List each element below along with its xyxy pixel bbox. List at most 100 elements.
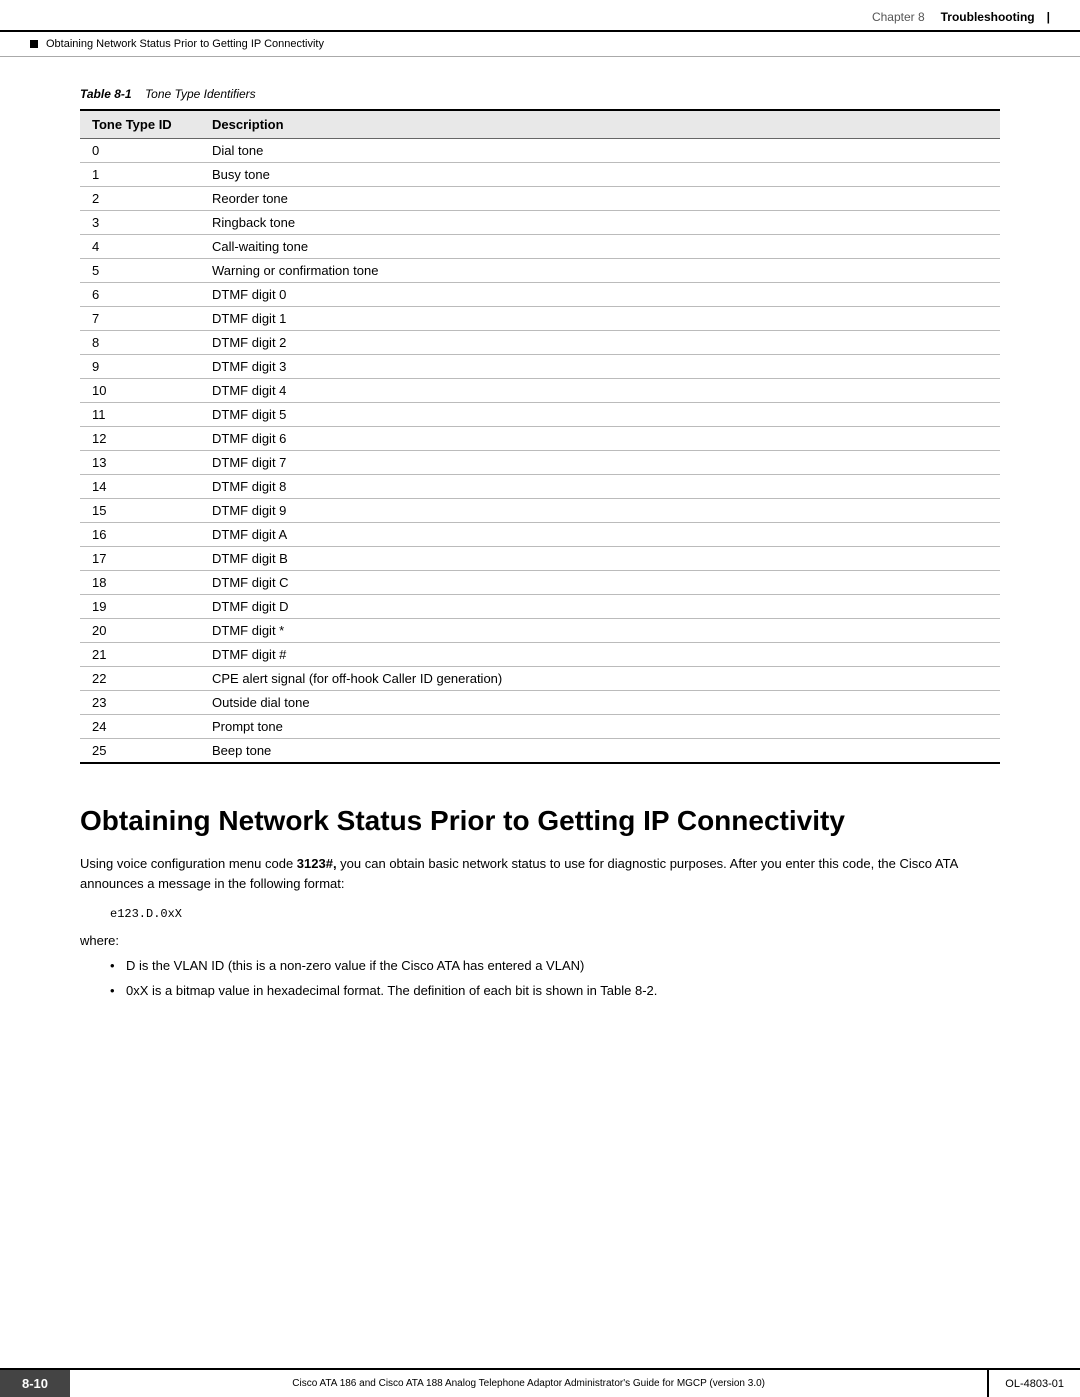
table-row: 22CPE alert signal (for off-hook Caller … xyxy=(80,667,1000,691)
cell-description: Warning or confirmation tone xyxy=(200,259,1000,283)
table-row: 11DTMF digit 5 xyxy=(80,403,1000,427)
where-label: where: xyxy=(80,933,1000,948)
cell-description: DTMF digit 2 xyxy=(200,331,1000,355)
header-right-bar: | xyxy=(1047,10,1050,24)
cell-tone-id: 21 xyxy=(80,643,200,667)
table-header-row: Tone Type ID Description xyxy=(80,110,1000,139)
cell-tone-id: 17 xyxy=(80,547,200,571)
table-row: 2Reorder tone xyxy=(80,187,1000,211)
header-chapter-title: Troubleshooting xyxy=(941,10,1035,24)
cell-description: Prompt tone xyxy=(200,715,1000,739)
table-caption-label: Table 8-1 xyxy=(80,87,132,101)
table-row: 25Beep tone xyxy=(80,739,1000,764)
cell-tone-id: 11 xyxy=(80,403,200,427)
table-caption-title: Tone Type Identifiers xyxy=(135,87,256,101)
footer-center-text: Cisco ATA 186 and Cisco ATA 188 Analog T… xyxy=(70,1370,987,1397)
cell-tone-id: 19 xyxy=(80,595,200,619)
cell-description: DTMF digit D xyxy=(200,595,1000,619)
cell-tone-id: 18 xyxy=(80,571,200,595)
cell-description: DTMF digit 4 xyxy=(200,379,1000,403)
cell-description: DTMF digit 8 xyxy=(200,475,1000,499)
breadcrumb: Obtaining Network Status Prior to Gettin… xyxy=(0,32,1080,57)
cell-description: DTMF digit 6 xyxy=(200,427,1000,451)
col-header-id: Tone Type ID xyxy=(80,110,200,139)
cell-tone-id: 24 xyxy=(80,715,200,739)
cell-description: DTMF digit 1 xyxy=(200,307,1000,331)
cell-tone-id: 4 xyxy=(80,235,200,259)
cell-tone-id: 25 xyxy=(80,739,200,764)
main-content: Table 8-1 Tone Type Identifiers Tone Typ… xyxy=(0,57,1080,1038)
cell-description: DTMF digit # xyxy=(200,643,1000,667)
cell-description: DTMF digit 3 xyxy=(200,355,1000,379)
cell-description: Call-waiting tone xyxy=(200,235,1000,259)
cell-description: Busy tone xyxy=(200,163,1000,187)
cell-tone-id: 2 xyxy=(80,187,200,211)
header-chapter-label: Chapter 8 xyxy=(872,10,925,24)
cell-tone-id: 12 xyxy=(80,427,200,451)
table-row: 18DTMF digit C xyxy=(80,571,1000,595)
body-paragraph: Using voice configuration menu code 3123… xyxy=(80,854,1000,896)
cell-tone-id: 3 xyxy=(80,211,200,235)
footer-page-number: 8-10 xyxy=(0,1370,70,1397)
tone-type-table: Tone Type ID Description 0Dial tone1Busy… xyxy=(80,109,1000,764)
cell-description: DTMF digit C xyxy=(200,571,1000,595)
cell-tone-id: 14 xyxy=(80,475,200,499)
code-block: e123.D.0xX xyxy=(110,907,1000,921)
cell-description: DTMF digit 0 xyxy=(200,283,1000,307)
cell-description: DTMF digit B xyxy=(200,547,1000,571)
breadcrumb-icon xyxy=(30,40,38,48)
table-body: 0Dial tone1Busy tone2Reorder tone3Ringba… xyxy=(80,139,1000,764)
table-row: 17DTMF digit B xyxy=(80,547,1000,571)
section-heading: Obtaining Network Status Prior to Gettin… xyxy=(80,804,1000,838)
table-row: 5Warning or confirmation tone xyxy=(80,259,1000,283)
cell-description: DTMF digit * xyxy=(200,619,1000,643)
cell-tone-id: 10 xyxy=(80,379,200,403)
cell-tone-id: 1 xyxy=(80,163,200,187)
body-text-pre: Using voice configuration menu code xyxy=(80,856,297,871)
cell-tone-id: 23 xyxy=(80,691,200,715)
table-row: 16DTMF digit A xyxy=(80,523,1000,547)
table-row: 19DTMF digit D xyxy=(80,595,1000,619)
table-row: 7DTMF digit 1 xyxy=(80,307,1000,331)
cell-tone-id: 9 xyxy=(80,355,200,379)
table-row: 15DTMF digit 9 xyxy=(80,499,1000,523)
page-header: Chapter 8 Troubleshooting | xyxy=(0,0,1080,32)
cell-tone-id: 6 xyxy=(80,283,200,307)
cell-description: CPE alert signal (for off-hook Caller ID… xyxy=(200,667,1000,691)
table-row: 21DTMF digit # xyxy=(80,643,1000,667)
cell-tone-id: 20 xyxy=(80,619,200,643)
table-row: 12DTMF digit 6 xyxy=(80,427,1000,451)
cell-description: Ringback tone xyxy=(200,211,1000,235)
cell-description: Beep tone xyxy=(200,739,1000,764)
bullet-list: D is the VLAN ID (this is a non-zero val… xyxy=(110,956,1000,1002)
page-footer: 8-10 Cisco ATA 186 and Cisco ATA 188 Ana… xyxy=(0,1368,1080,1397)
cell-description: DTMF digit 7 xyxy=(200,451,1000,475)
cell-tone-id: 8 xyxy=(80,331,200,355)
table-row: 9DTMF digit 3 xyxy=(80,355,1000,379)
body-code-inline: 3123#, xyxy=(297,856,337,871)
table-row: 20DTMF digit * xyxy=(80,619,1000,643)
header-right: Chapter 8 Troubleshooting | xyxy=(872,10,1050,24)
table-row: 24Prompt tone xyxy=(80,715,1000,739)
table-row: 14DTMF digit 8 xyxy=(80,475,1000,499)
table-row: 0Dial tone xyxy=(80,139,1000,163)
cell-description: DTMF digit A xyxy=(200,523,1000,547)
table-row: 8DTMF digit 2 xyxy=(80,331,1000,355)
table-row: 23Outside dial tone xyxy=(80,691,1000,715)
table-caption: Table 8-1 Tone Type Identifiers xyxy=(80,87,1000,101)
list-item: D is the VLAN ID (this is a non-zero val… xyxy=(110,956,1000,977)
table-row: 4Call-waiting tone xyxy=(80,235,1000,259)
table-row: 13DTMF digit 7 xyxy=(80,451,1000,475)
footer-doc-number: OL-4803-01 xyxy=(987,1370,1080,1397)
cell-description: Reorder tone xyxy=(200,187,1000,211)
table-row: 3Ringback tone xyxy=(80,211,1000,235)
table-row: 6DTMF digit 0 xyxy=(80,283,1000,307)
breadcrumb-text: Obtaining Network Status Prior to Gettin… xyxy=(46,38,324,50)
list-item: 0xX is a bitmap value in hexadecimal for… xyxy=(110,981,1000,1002)
cell-description: Outside dial tone xyxy=(200,691,1000,715)
table-row: 1Busy tone xyxy=(80,163,1000,187)
col-header-desc: Description xyxy=(200,110,1000,139)
cell-description: DTMF digit 5 xyxy=(200,403,1000,427)
cell-tone-id: 0 xyxy=(80,139,200,163)
cell-tone-id: 16 xyxy=(80,523,200,547)
